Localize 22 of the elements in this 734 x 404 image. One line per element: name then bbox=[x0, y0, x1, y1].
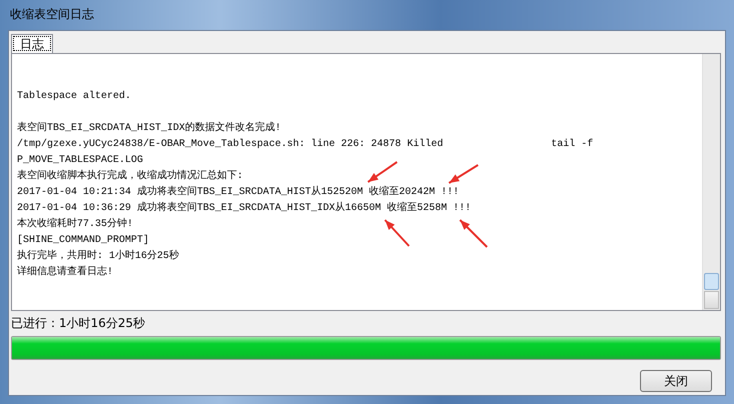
log-line: 表空间收缩脚本执行完成，收缩成功情况汇总如下: bbox=[17, 169, 244, 184]
log-line: 表空间TBS_EI_SRCDATA_HIST_IDX的数据文件改名完成! bbox=[17, 121, 282, 136]
log-line: 详细信息请查看日志! bbox=[17, 265, 114, 280]
log-line: Tablespace altered. bbox=[17, 90, 132, 104]
annotation-arrow bbox=[367, 161, 398, 183]
log-line: 执行完毕，共用时: 1小时16分25秒 bbox=[17, 249, 180, 264]
log-line: 2017-01-04 10:21:34 成功将表空间TBS_EI_SRCDATA_HIST从152520M 收缩至20242M !!! bbox=[17, 185, 460, 200]
tab[interactable]: 日志 bbox=[11, 34, 53, 53]
scroll-down-icon[interactable] bbox=[704, 291, 719, 309]
log-line: 本次收缩耗时77.35分钟! bbox=[17, 217, 134, 232]
log-line: P_MOVE_TABLESPACE.LOG bbox=[17, 154, 144, 168]
annotation-arrow bbox=[448, 164, 479, 184]
log-line: 2017-01-04 10:36:29 成功将表空间TBS_EI_SRCDATA_HIST_IDX从16650M 收缩至5258M !!! bbox=[17, 201, 472, 216]
close-button[interactable]: 关闭 bbox=[640, 370, 712, 392]
log-line: /tmp/gzexe.yUCyc24838/E-OBAR_Move_Tablespace.sh: line 226: 24878 Killed tail -f bbox=[17, 138, 594, 152]
log-line: [SHINE_COMMAND_PROMPT] bbox=[17, 234, 150, 248]
scrollbar-thumb[interactable] bbox=[704, 273, 719, 290]
annotation-arrow bbox=[384, 219, 410, 247]
elapsed-time-label: 已进行：1小时16分25秒 bbox=[11, 315, 146, 331]
scrollbar[interactable] bbox=[702, 54, 720, 310]
window-title: 收缩表空间日志 bbox=[9, 6, 95, 23]
annotation-arrow bbox=[459, 219, 488, 248]
